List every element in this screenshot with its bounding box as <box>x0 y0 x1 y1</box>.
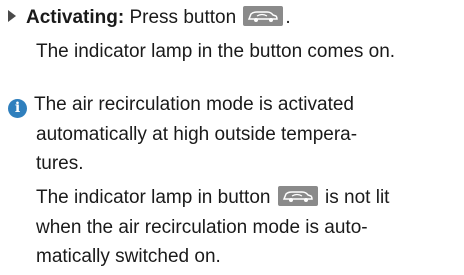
note-line-1: i The air recirculation mode is activated <box>8 93 354 118</box>
air-recirculation-button-icon-2 <box>277 186 318 206</box>
air-recirculation-button-icon <box>243 6 284 26</box>
note-line-6: matically switched on. <box>36 246 221 267</box>
step-text: Press button <box>129 7 237 28</box>
note-line-2: automatically at high outside tempera- <box>36 124 358 145</box>
step-line: Activating: Press button . <box>8 6 291 30</box>
note-line-4: The indicator lamp in button is not lit <box>36 186 389 210</box>
manual-page: Activating: Press button . The indicator… <box>0 0 464 275</box>
note-text-4b: is not lit <box>325 187 390 208</box>
step-text-end: . <box>285 7 291 28</box>
note-text-1: The air recirculation mode is activated <box>34 94 354 115</box>
step-label: Activating: <box>26 7 125 28</box>
bullet-arrow-icon <box>8 10 16 22</box>
info-icon: i <box>8 99 27 118</box>
note-text-4a: The indicator lamp in button <box>36 187 271 208</box>
note-line-3: tures. <box>36 153 84 174</box>
step-result: The indicator lamp in the button comes o… <box>36 41 396 62</box>
note-line-5: when the air recirculation mode is auto- <box>36 217 368 238</box>
